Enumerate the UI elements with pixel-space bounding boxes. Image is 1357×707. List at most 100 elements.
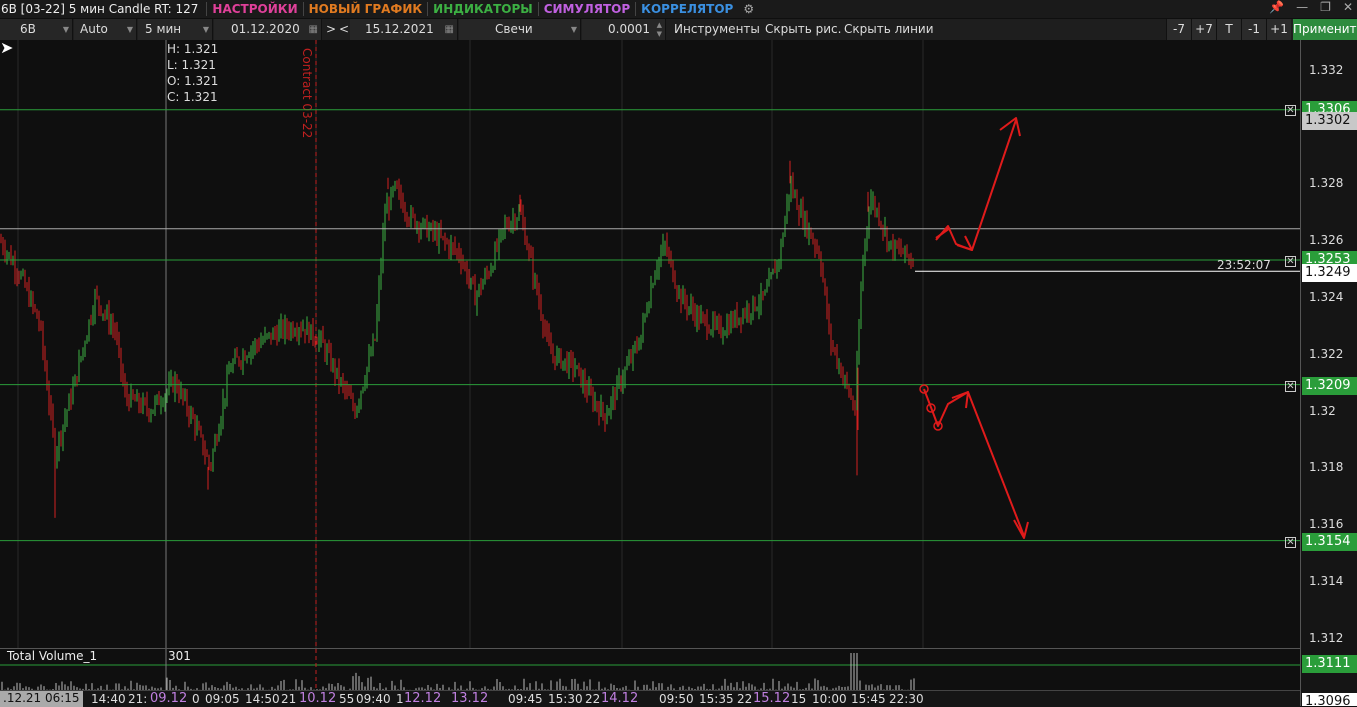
grid-lines: Contract 03-22	[17, 40, 924, 648]
annotations	[919, 117, 1029, 539]
level-price-badge: 1.3209	[1302, 377, 1357, 395]
time-tick: 09:05	[205, 692, 240, 706]
nav-prev-button[interactable]: <	[339, 19, 349, 40]
scale-value: Auto	[80, 22, 108, 36]
price-axis[interactable]: 1.332 1.3306 1.3302 1.328 1.326 1.3253 1…	[1300, 40, 1357, 706]
remove-level-icon[interactable]: ✕	[1285, 256, 1296, 267]
nav-next-button[interactable]: >	[326, 19, 336, 40]
calendar-icon[interactable]: ▦	[309, 19, 318, 40]
plus1-button[interactable]: +1	[1266, 19, 1291, 40]
volume-value: 301	[168, 649, 191, 663]
bar-timer: 23:52:07	[1217, 258, 1271, 272]
last-price-badge: 1.3249	[1302, 264, 1357, 282]
toolbar: 6B ▼ Auto ▼ 5 мин ▼ 01.12.2020 ▦ > < 15.12.2…	[0, 19, 1357, 41]
date-from-value: 01.12.2020	[231, 22, 300, 36]
price-tick: 1.318	[1309, 460, 1344, 474]
menu-new-chart[interactable]: НОВЫЙ ГРАФИК	[304, 2, 428, 16]
date-from-field[interactable]: 01.12.2020 ▦	[214, 19, 322, 40]
menu-indicators[interactable]: ИНДИКАТОРЫ	[428, 2, 538, 16]
price-tick: 1.328	[1309, 176, 1344, 190]
time-tick: 22	[585, 692, 601, 706]
spinner-icon[interactable]: ▲ ▼	[657, 21, 662, 39]
level-price-badge: 1.3111	[1302, 655, 1357, 673]
volume-label: Total Volume_1	[7, 649, 98, 663]
volume-bars	[0, 649, 1300, 691]
ohlc-close: C: 1.321	[167, 90, 218, 104]
date-tick: 10.12	[299, 691, 337, 706]
menu-settings[interactable]: НАСТРОЙКИ	[207, 2, 302, 16]
minus7-button[interactable]: -7	[1166, 19, 1191, 40]
price-tick: 1.314	[1309, 574, 1344, 588]
date-to-value: 15.12.2021	[365, 22, 434, 36]
volume-panel[interactable]	[0, 648, 1300, 691]
time-tick: 09:45	[508, 692, 543, 706]
menu-correlator[interactable]: КОРРЕЛЯТОР	[636, 2, 738, 16]
ohlc-open: O: 1.321	[167, 74, 219, 88]
ohlc-high: H: 1.321	[167, 42, 219, 56]
window-title: 6B [03-22] 5 мин Candle RT: 127	[1, 2, 199, 16]
close-icon[interactable]: ✕	[1343, 0, 1353, 14]
price-tick: 1.312	[1309, 631, 1344, 645]
remove-level-icon[interactable]: ✕	[1285, 381, 1296, 392]
date-tick: 12.12	[404, 691, 442, 706]
minimize-icon[interactable]: —	[1296, 0, 1308, 14]
ohlc-readout: H: 1.321 L: 1.321 O: 1.321 C: 1.321	[167, 41, 218, 105]
candlestick-chart[interactable]: Contract 03-22	[0, 40, 1300, 648]
forecast-down-arrow	[923, 388, 1025, 537]
timeframe-value: 5 мин	[145, 22, 182, 36]
price-tick: 1.332	[1309, 63, 1344, 77]
ohlc-low: L: 1.321	[167, 58, 216, 72]
time-tick: 15:30	[548, 692, 583, 706]
level-price-badge: 1.3302	[1302, 112, 1357, 130]
price-tick: 1.326	[1309, 233, 1344, 247]
chevron-down-icon: ▼	[202, 25, 209, 34]
time-tick: 09:40	[356, 692, 391, 706]
hide-lines-button[interactable]: Скрыть линии	[844, 19, 934, 40]
time-tick: 14:50	[245, 692, 280, 706]
arrow-head	[935, 227, 951, 239]
symbol-select[interactable]: 6B ▼	[0, 19, 73, 40]
time-tick: 15:35	[699, 692, 734, 706]
minus1-button[interactable]: -1	[1241, 19, 1266, 40]
date-tick: 15.12	[753, 691, 791, 706]
date-to-field[interactable]: 15.12.2021 ▦	[350, 19, 458, 40]
time-tick: 10:00	[812, 692, 847, 706]
time-tick: 14:40	[91, 692, 126, 706]
gears-icon[interactable]: ⚙	[738, 2, 759, 16]
menu-simulator[interactable]: СИМУЛЯТОР	[539, 2, 635, 16]
arrow-head	[999, 117, 1021, 137]
horizontal-levels	[0, 109, 1300, 542]
remove-level-icon[interactable]: ✕	[1285, 105, 1296, 116]
arrow-head	[956, 235, 973, 251]
candles	[0, 160, 914, 518]
tools-button[interactable]: Инструменты	[674, 19, 760, 40]
window-controls: 📌 — ❐ ✕	[1269, 0, 1353, 14]
level-price-badge: 1.3154	[1302, 533, 1357, 551]
chevron-down-icon: ▼	[570, 25, 577, 34]
chart-type-select[interactable]: Свечи ▼	[459, 19, 581, 40]
time-tick: 22:30	[889, 692, 924, 706]
apply-button[interactable]: Применить	[1293, 19, 1357, 40]
scale-select[interactable]: Auto ▼	[74, 19, 137, 40]
chart-area[interactable]: Contract 03-22	[0, 40, 1300, 648]
pin-icon[interactable]: 📌	[1269, 0, 1284, 14]
time-tick: 22	[737, 692, 753, 706]
remove-level-icon[interactable]: ✕	[1285, 537, 1296, 548]
time-tick: 15	[791, 692, 807, 706]
time-axis[interactable]: .12.21 06:15 14:40 21: 09.12 0 09:05 14:…	[0, 690, 1300, 707]
time-tick: 09:50	[659, 692, 694, 706]
time-tick: 21:	[128, 692, 148, 706]
step-stepper[interactable]: 0.0001 ▲ ▼	[582, 19, 666, 40]
calendar-icon[interactable]: ▦	[445, 19, 454, 40]
hide-drawings-button[interactable]: Скрыть рис.	[765, 19, 841, 40]
time-tick: 15:45	[851, 692, 886, 706]
timeframe-select[interactable]: 5 мин ▼	[138, 19, 213, 40]
plus7-button[interactable]: +7	[1191, 19, 1216, 40]
t-button[interactable]: T	[1216, 19, 1241, 40]
current-time-badge: .12.21 06:15	[0, 691, 83, 707]
price-tick: 1.32	[1309, 404, 1336, 418]
chevron-down-icon: ▼	[62, 25, 69, 34]
restore-icon[interactable]: ❐	[1320, 0, 1331, 14]
time-tick: 55	[339, 692, 355, 706]
title-bar: 6B [03-22] 5 мин Candle RT: 127 НАСТРОЙК…	[0, 0, 1357, 18]
